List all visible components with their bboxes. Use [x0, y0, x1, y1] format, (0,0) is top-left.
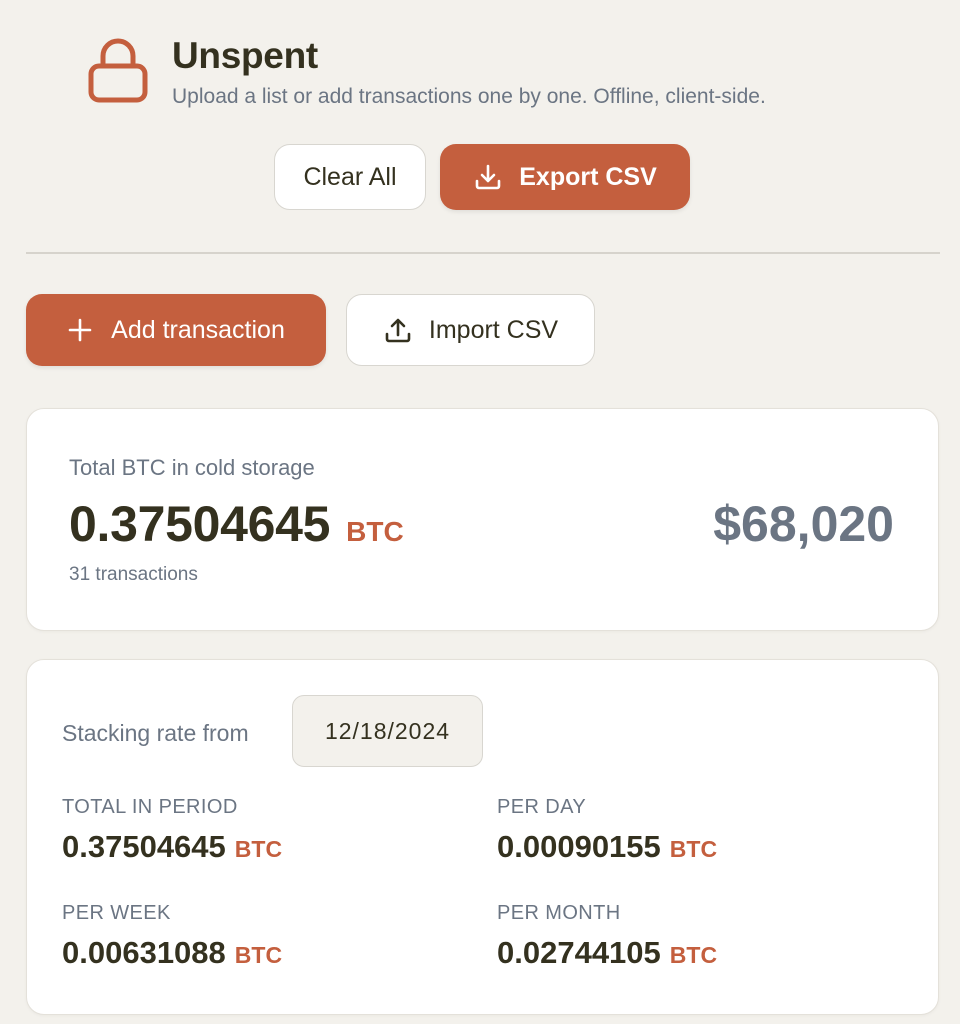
date-input[interactable]: 12/18/2024: [292, 695, 483, 767]
stat-per-day: PER DAY 0.00090155 BTC: [497, 796, 717, 865]
fiat-value: $68,020: [713, 496, 894, 552]
stat-number: 0.00090155: [497, 829, 661, 864]
add-transaction-label: Add transaction: [111, 315, 285, 344]
stat-number: 0.37504645: [62, 829, 226, 864]
stat-unit: BTC: [669, 942, 718, 968]
total-amount-value: 0.37504645: [69, 496, 331, 552]
stat-label: PER DAY: [497, 796, 587, 818]
app-title: Unspent: [172, 35, 318, 76]
download-icon: [475, 164, 501, 190]
clear-all-button[interactable]: Clear All: [274, 144, 426, 210]
stacking-rate-label: Stacking rate from: [62, 720, 249, 746]
stat-label: TOTAL IN PERIOD: [62, 796, 238, 818]
import-csv-label: Import CSV: [428, 315, 559, 344]
stat-label: PER WEEK: [62, 902, 171, 924]
stat-per-week: PER WEEK 0.00631088 BTC: [62, 902, 282, 971]
stat-per-month: PER MONTH 0.02744105 BTC: [497, 902, 717, 971]
divider: [26, 252, 940, 254]
total-label: Total BTC in cold storage: [69, 455, 315, 480]
stacking-rate-card: Stacking rate from 12/18/2024 TOTAL IN P…: [26, 659, 939, 1015]
app-subtitle: Upload a list or add transactions one by…: [172, 85, 766, 108]
total-card: Total BTC in cold storage 0.37504645 BTC…: [26, 408, 939, 631]
plus-icon: [68, 318, 92, 342]
stat-unit: BTC: [669, 836, 718, 862]
stat-unit: BTC: [234, 942, 283, 968]
total-amount: 0.37504645 BTC: [69, 495, 404, 553]
stat-number: 0.00631088: [62, 935, 226, 970]
stat-value: 0.00631088 BTC: [62, 935, 282, 971]
export-csv-label: Export CSV: [519, 162, 657, 191]
add-transaction-button[interactable]: Add transaction: [26, 294, 326, 366]
stat-total-in-period: TOTAL IN PERIOD 0.37504645 BTC: [62, 796, 282, 865]
lock-icon: [88, 38, 148, 103]
stat-number: 0.02744105: [497, 935, 661, 970]
stat-unit: BTC: [234, 836, 283, 862]
stat-value: 0.37504645 BTC: [62, 829, 282, 865]
app: Unspent Upload a list or add transaction…: [0, 0, 960, 1024]
header: Unspent Upload a list or add transaction…: [86, 34, 766, 110]
stat-value: 0.02744105 BTC: [497, 935, 717, 971]
upload-icon: [385, 318, 411, 343]
clear-all-label: Clear All: [303, 162, 397, 191]
import-csv-button[interactable]: Import CSV: [346, 294, 595, 366]
header-text: Unspent Upload a list or add transaction…: [172, 34, 766, 110]
transaction-count: 31 transactions: [69, 564, 198, 585]
header-actions: Clear All Export CSV: [274, 144, 690, 210]
action-row: Add transaction Import CSV: [26, 294, 595, 366]
stat-value: 0.00090155 BTC: [497, 829, 717, 865]
total-amount-unit: BTC: [346, 516, 404, 547]
stat-label: PER MONTH: [497, 902, 621, 924]
export-csv-button[interactable]: Export CSV: [440, 144, 690, 210]
